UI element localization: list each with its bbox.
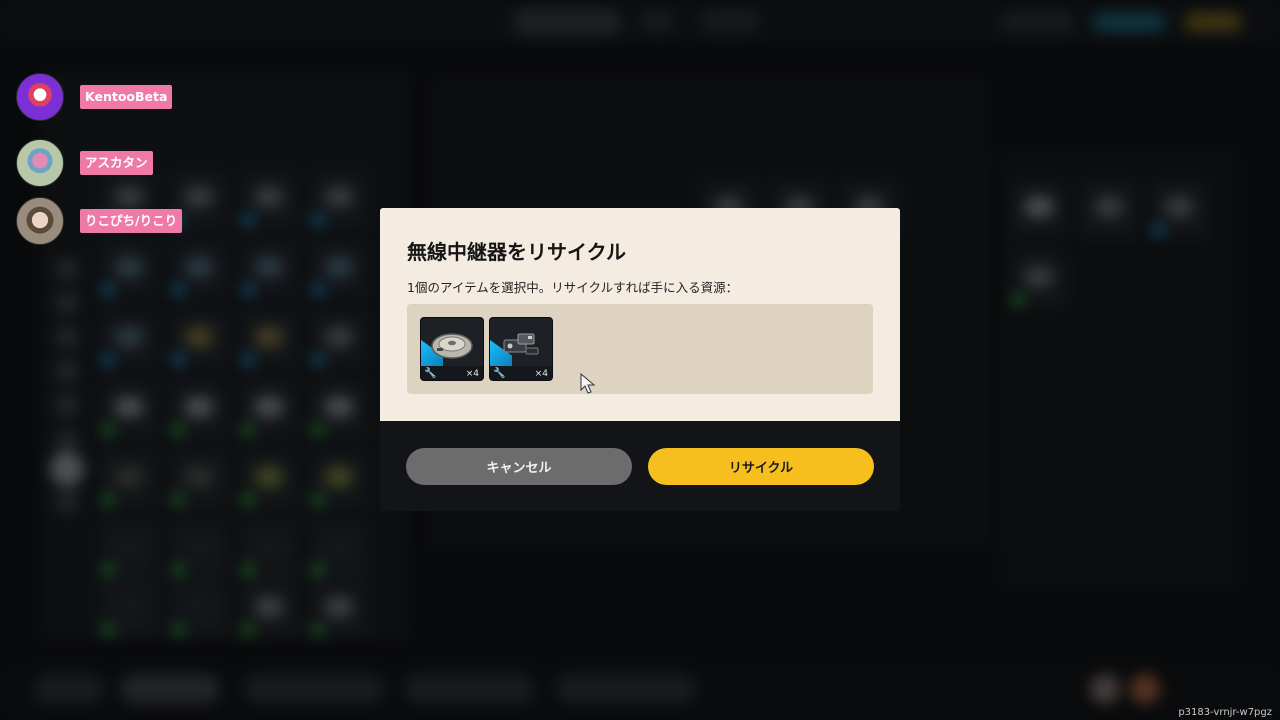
viewer-badge: KentooBeta	[16, 73, 173, 121]
watermark: p3183-vrnjr-w7pgz	[1178, 707, 1272, 718]
avatar	[16, 197, 64, 245]
viewer-badge: アスカタン	[16, 139, 153, 187]
reward-list: 🔧 ×4 🔧 ×4	[407, 304, 873, 394]
wrench-icon: 🔧	[424, 368, 437, 379]
dialog-subtitle: 1個のアイテムを選択中。リサイクルすれば手に入る資源：	[407, 280, 739, 295]
reward-item[interactable]: 🔧 ×4	[489, 317, 553, 381]
recycle-button[interactable]: リサイクル	[648, 448, 874, 485]
wrench-icon: 🔧	[493, 368, 506, 379]
dialog-actions: キャンセル リサイクル	[380, 421, 900, 511]
viewer-name: りこぴち/りこり	[80, 209, 183, 233]
cancel-button[interactable]: キャンセル	[406, 448, 632, 485]
reward-item[interactable]: 🔧 ×4	[420, 317, 484, 381]
electronic-parts-icon	[503, 333, 539, 355]
item-quantity: ×4	[465, 369, 479, 379]
avatar	[16, 73, 64, 121]
viewer-name: KentooBeta	[80, 85, 173, 109]
viewer-badge: りこぴち/りこり	[16, 197, 183, 245]
viewer-name: アスカタン	[80, 151, 153, 175]
avatar	[16, 139, 64, 187]
disc-component-icon	[431, 333, 473, 359]
dialog-title: 無線中継器をリサイクル	[407, 240, 626, 264]
item-quantity: ×4	[534, 369, 548, 379]
recycle-dialog: 無線中継器をリサイクル 1個のアイテムを選択中。リサイクルすれば手に入る資源： …	[380, 208, 900, 421]
mouse-cursor-icon	[580, 373, 596, 394]
